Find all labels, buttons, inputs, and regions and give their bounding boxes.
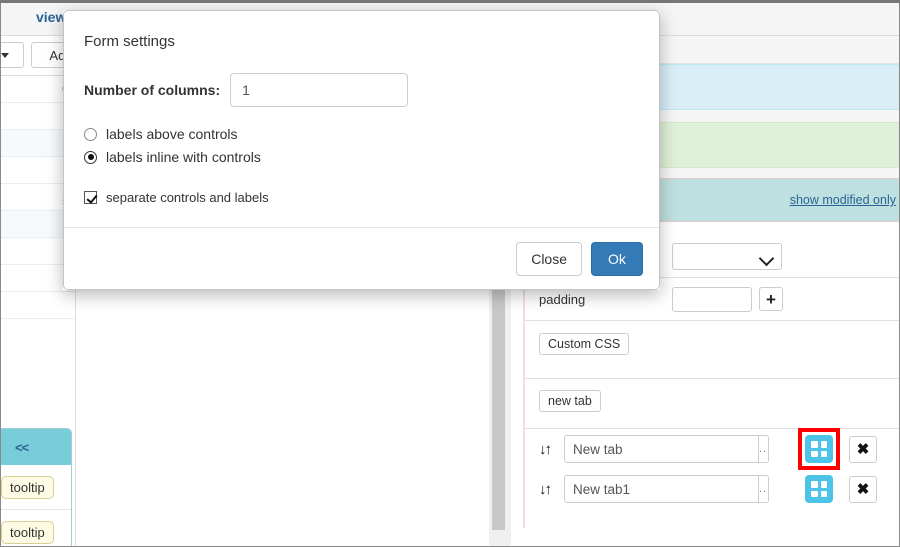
columns-input[interactable]	[230, 73, 409, 107]
table-row[interactable]	[0, 319, 75, 346]
list-item[interactable]: tooltip	[0, 465, 71, 510]
checkbox-label: separate controls and labels	[106, 190, 269, 205]
grid-button[interactable]	[805, 475, 833, 503]
radio-label: labels above controls	[106, 126, 238, 142]
tab-input-group: ...	[564, 475, 769, 503]
table-row[interactable]	[0, 292, 75, 319]
app-window: t view d Add es	[0, 0, 900, 547]
tab-row: ↓↑ ... ✖	[525, 469, 900, 509]
grid-icon[interactable]	[805, 475, 833, 503]
custom-css-button[interactable]: Custom CSS	[539, 333, 630, 355]
new-tab-button[interactable]: new tab	[539, 390, 601, 412]
list-item[interactable]: tooltip	[0, 510, 71, 546]
tab-options-button[interactable]: ...	[758, 476, 768, 502]
columns-field-row: Number of columns:	[84, 73, 639, 107]
tab-row: ↓↑ ... ✖	[525, 428, 900, 470]
grid-icon[interactable]	[805, 435, 833, 463]
tab-options-button[interactable]: ...	[758, 436, 768, 462]
scrollbar-thumb[interactable]	[492, 278, 505, 530]
delete-tab-button[interactable]: ✖	[849, 435, 877, 463]
dialog-body: Form settings Number of columns: labels …	[64, 11, 659, 205]
tooltip-badge: tooltip	[1, 475, 54, 499]
window-title-bar	[0, 0, 900, 3]
radio-icon-checked[interactable]	[84, 150, 97, 164]
dialog-footer: Close Ok	[64, 227, 659, 289]
form-settings-dialog: Form settings Number of columns: labels …	[63, 10, 660, 290]
radio-label: labels inline with controls	[106, 149, 261, 165]
tab-list: ↓↑ ... ✖ ↓↑	[525, 428, 900, 528]
caret-down-icon	[1, 52, 10, 58]
property-row-custom-css: Custom CSS	[525, 321, 900, 379]
padding-input[interactable]	[672, 286, 752, 312]
vertical-scrollbar[interactable]	[489, 278, 511, 547]
add-padding-button[interactable]: +	[759, 287, 783, 311]
tab-name-input[interactable]	[565, 476, 758, 502]
sort-arrows-icon[interactable]: ↓↑	[539, 482, 557, 497]
padding-label: padding	[539, 291, 586, 307]
radio-option-labels-above[interactable]: labels above controls	[84, 126, 639, 142]
tooltip-badge: tooltip	[1, 520, 54, 544]
grid-button-highlighted[interactable]	[798, 428, 840, 470]
top-link-view[interactable]: view	[36, 9, 66, 25]
columns-label: Number of columns:	[84, 82, 221, 98]
delete-tab-button[interactable]: ✖	[849, 475, 877, 503]
checkbox-icon-checked[interactable]	[84, 191, 97, 204]
radio-option-labels-inline[interactable]: labels inline with controls	[84, 149, 639, 165]
toolbar-dropdown-button[interactable]: d	[0, 42, 24, 68]
tab-name-input[interactable]	[565, 436, 758, 462]
close-button[interactable]: Close	[516, 241, 582, 276]
checkbox-separate-controls[interactable]: separate controls and labels	[84, 190, 639, 205]
property-row-new-tab: new tab	[525, 379, 900, 429]
widget-header: <<	[0, 429, 71, 465]
tooltip-widget-panel: << tooltip tooltip	[0, 428, 72, 547]
sort-arrows-icon[interactable]: ↓↑	[539, 442, 557, 457]
dialog-title: Form settings	[84, 33, 175, 50]
tab-input-group: ...	[564, 435, 769, 463]
property-select[interactable]	[672, 243, 782, 270]
show-modified-only-link[interactable]: show modified only	[790, 193, 896, 207]
widget-body: tooltip tooltip	[0, 465, 71, 546]
ok-button[interactable]: Ok	[591, 241, 643, 276]
radio-icon-unchecked[interactable]	[84, 127, 97, 141]
chevron-down-icon	[758, 250, 775, 267]
collapse-panel-link[interactable]: <<	[15, 440, 29, 455]
